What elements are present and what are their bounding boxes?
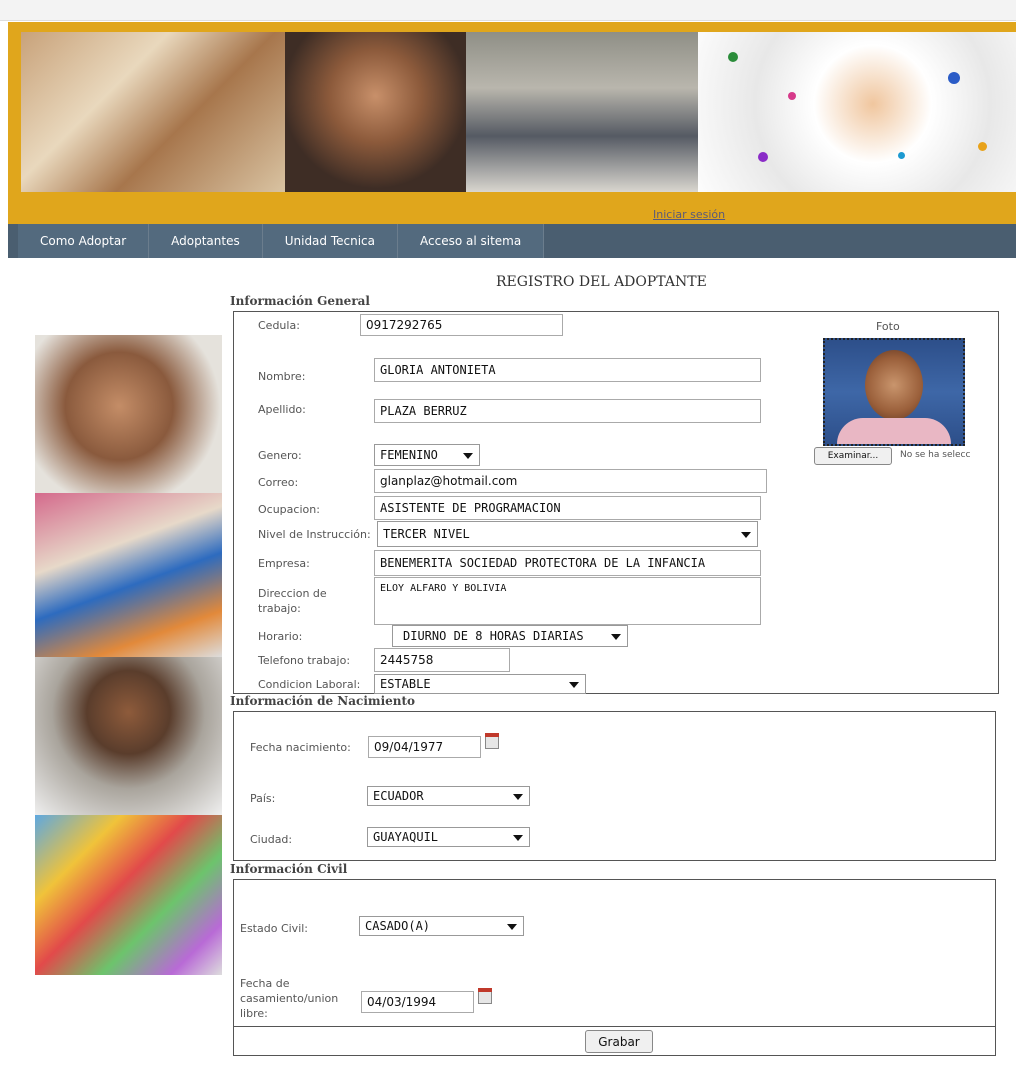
profile-photo [823,338,965,446]
foto-label: Foto [876,320,900,333]
fecha-casamiento-label: Fecha de casamiento/union libre: [240,977,339,1020]
calendar-icon[interactable] [485,733,499,749]
side-photo-foam-mat [35,815,222,975]
ocupacion-input[interactable]: ASISTENTE DE PROGRAMACION [374,496,761,520]
correo-input[interactable]: glanplaz@hotmail.com [374,469,767,493]
nav-item-como-adoptar[interactable]: Como Adoptar [18,224,150,258]
calendar-icon[interactable] [478,988,492,1004]
profile-photo-shirt [837,418,951,444]
genero-value: FEMENINO [380,448,438,462]
banner-photo-group [466,32,698,192]
main-nav: Como Adoptar Adoptantes Unidad Tecnica A… [8,224,1016,258]
section-title-civil: Información Civil [230,862,348,876]
general-info-box: Cedula: 0917292765 Nombre: GLORIA ANTONI… [233,311,999,694]
horario-value: DIURNO DE 8 HORAS DIARIAS [403,629,584,643]
login-link[interactable]: Iniciar sesión [653,208,725,221]
estado-civil-value: CASADO(A) [365,919,431,933]
empresa-label: Empresa: [258,557,310,570]
nav-item-adoptantes[interactable]: Adoptantes [149,224,263,258]
cedula-label: Cedula: [258,319,300,332]
estado-civil-select[interactable]: CASADO(A) [359,916,524,936]
nav-item-acceso[interactable]: Acceso al sitema [398,224,545,258]
chevron-down-icon [513,794,523,800]
chevron-down-icon [741,532,751,538]
condicion-select[interactable]: ESTABLE [374,674,586,694]
fecha-casamiento-input[interactable]: 04/03/1994 [361,991,474,1013]
side-photo-baby [35,335,222,493]
genero-label: Genero: [258,449,302,462]
ciudad-value: GUAYAQUIL [373,830,439,844]
apellido-label: Apellido: [258,403,306,416]
header-banner: Iniciar sesión [8,22,1016,224]
nav-item-unidad-tecnica[interactable]: Unidad Tecnica [262,224,399,258]
pais-label: País: [250,792,276,805]
banner-photo-baby [285,32,466,192]
civil-info-box: Estado Civil: CASADO(A) Fecha de casamie… [233,879,996,1028]
estado-civil-label: Estado Civil: [240,922,309,935]
banner-photo-classroom [21,32,285,192]
birth-info-box: Fecha nacimiento: 09/04/1977 País: ECUAD… [233,711,996,861]
condicion-label: Condicion Laboral: [258,678,361,691]
correo-label: Correo: [258,476,299,489]
nivel-label: Nivel de Instrucción: [258,528,371,541]
examinar-button[interactable]: Examinar... [814,447,892,465]
grabar-button[interactable]: Grabar [585,1030,653,1053]
chevron-down-icon [569,682,579,688]
ciudad-label: Ciudad: [250,833,293,846]
fecha-nacimiento-label: Fecha nacimiento: [250,741,351,754]
horario-label: Horario: [258,630,303,643]
section-title-general: Información General [230,294,370,308]
direccion-textarea[interactable]: ELOY ALFARO Y BOLIVIA [374,577,761,625]
nombre-label: Nombre: [258,370,306,383]
browser-top-strip [0,0,1016,21]
file-status-text: No se ha selecc [900,450,971,460]
horario-select[interactable]: DIURNO DE 8 HORAS DIARIAS [392,625,628,647]
banner-photo-painted-child [698,32,1016,192]
telefono-label: Telefono trabajo: [258,654,351,667]
telefono-input[interactable]: 2445758 [374,648,510,672]
empresa-input[interactable]: BENEMERITA SOCIEDAD PROTECTORA DE LA INF… [374,550,761,576]
ciudad-select[interactable]: GUAYAQUIL [367,827,530,847]
chevron-down-icon [463,453,473,459]
nivel-select[interactable]: TERCER NIVEL [377,521,758,547]
direccion-label: Direccion de trabajo: [258,587,327,615]
pais-value: ECUADOR [373,789,424,803]
apellido-input[interactable]: PLAZA BERRUZ [374,399,761,423]
profile-photo-face [865,350,923,420]
ocupacion-label: Ocupacion: [258,503,320,516]
side-photo-boy [35,657,222,815]
actions-row: Grabar [233,1026,996,1056]
side-photo-playing-children [35,493,222,657]
pais-select[interactable]: ECUADOR [367,786,530,806]
chevron-down-icon [507,924,517,930]
nivel-value: TERCER NIVEL [383,527,470,541]
page-title: REGISTRO DEL ADOPTANTE [496,274,707,290]
fecha-nacimiento-input[interactable]: 09/04/1977 [368,736,481,758]
genero-select[interactable]: FEMENINO [374,444,480,466]
cedula-input[interactable]: 0917292765 [360,314,563,336]
nombre-input[interactable]: GLORIA ANTONIETA [374,358,761,382]
chevron-down-icon [513,835,523,841]
chevron-down-icon [611,634,621,640]
condicion-value: ESTABLE [380,677,431,691]
section-title-nacimiento: Información de Nacimiento [230,694,416,708]
